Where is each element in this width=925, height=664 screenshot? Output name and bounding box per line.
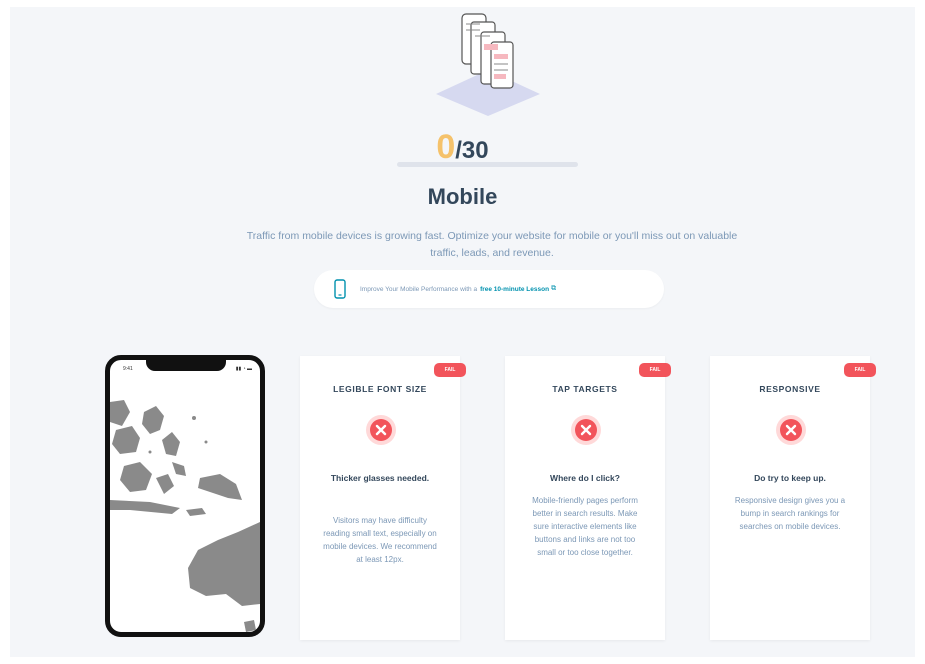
device-notch (146, 360, 226, 371)
card-headline: Do try to keep up. (754, 473, 826, 483)
card-headline: Where do I click? (550, 473, 620, 483)
score-total: /30 (455, 137, 489, 164)
card-body: Visitors may have difficulty reading sma… (323, 516, 437, 564)
section-description: Traffic from mobile devices is growing f… (246, 230, 738, 259)
responsive-card: FAIL RESPONSIVE Do try to keep up. Respo… (710, 356, 876, 640)
external-link-icon: ⧉ (551, 285, 557, 292)
legible-font-size-card: FAIL LEGIBLE FONT SIZE Thicker glasses n… (300, 356, 466, 640)
card-body: Responsive design gives you a bump in se… (734, 496, 846, 531)
lesson-text: Improve Your Mobile Performance with a (360, 285, 478, 293)
fail-x-icon (366, 415, 396, 445)
fail-badge: FAIL (844, 363, 876, 377)
card-body: Mobile-friendly pages perform better in … (532, 496, 638, 557)
score-value: 0 (436, 128, 456, 166)
device-status-time: 9:41 (123, 366, 133, 372)
fail-x-icon (571, 415, 601, 445)
tap-targets-card: FAIL TAP TARGETS Where do I click? Mobil… (505, 356, 671, 640)
score-progress-bar (397, 162, 578, 167)
lesson-banner[interactable]: Improve Your Mobile Performance with a f… (314, 270, 664, 308)
fail-badge: FAIL (434, 363, 466, 377)
section-title: Mobile (427, 184, 498, 209)
mobile-devices-illustration (436, 13, 540, 116)
card-title: LEGIBLE FONT SIZE (333, 384, 427, 394)
map-screenshot (110, 400, 260, 632)
mobile-preview-device: 9:41 ▮▮ ◔ ▬ (105, 355, 265, 637)
fail-x-icon (776, 415, 806, 445)
card-title: TAP TARGETS (552, 384, 618, 394)
lesson-link[interactable]: free 10-minute Lesson (480, 286, 549, 293)
device-status-icons: ▮▮ ◔ ▬ (235, 366, 252, 372)
mobile-phone-icon (334, 279, 346, 299)
card-title: RESPONSIVE (759, 384, 821, 394)
card-headline: Thicker glasses needed. (330, 473, 430, 483)
fail-badge: FAIL (639, 363, 671, 377)
